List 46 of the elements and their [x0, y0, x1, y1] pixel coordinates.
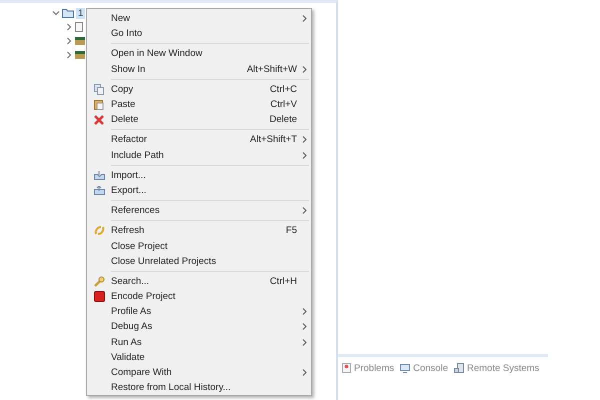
- server-icon: [454, 363, 464, 373]
- menu-item[interactable]: Run As: [87, 334, 311, 350]
- library-icon: [75, 37, 85, 45]
- copy-icon: [94, 84, 104, 95]
- problems-icon: [342, 363, 351, 373]
- menu-item[interactable]: Encode Project: [87, 289, 311, 304]
- menu-item[interactable]: Debug As: [87, 319, 311, 335]
- menu-item[interactable]: Close Unrelated Projects: [87, 254, 311, 269]
- view-tab[interactable]: Console: [400, 361, 448, 375]
- console-icon: [400, 364, 410, 372]
- refresh-icon: [94, 225, 104, 236]
- menu-item[interactable]: Refactor Alt+Shift+T: [87, 132, 311, 148]
- menu-item[interactable]: Search... Ctrl+H: [87, 274, 311, 289]
- file-icon: [75, 22, 83, 32]
- clipboard-icon: [94, 99, 104, 110]
- export-icon: [94, 186, 104, 195]
- menu-item[interactable]: Go Into: [87, 26, 311, 42]
- delete-icon: [94, 114, 104, 125]
- view-tab[interactable]: Remote Systems: [454, 361, 540, 375]
- collapsed-chevron-icon[interactable]: [65, 51, 73, 59]
- collapsed-chevron-icon[interactable]: [65, 37, 73, 45]
- project-label[interactable]: 1: [76, 8, 86, 18]
- menu-item[interactable]: Validate: [87, 350, 311, 365]
- menu-item[interactable]: Paste Ctrl+V: [87, 96, 311, 112]
- menu-item[interactable]: Include Path: [87, 148, 311, 163]
- menu-item[interactable]: Delete Delete: [87, 112, 311, 128]
- collapsed-chevron-icon[interactable]: [65, 23, 73, 31]
- encoding-icon: [94, 291, 104, 302]
- menu-item[interactable]: New: [87, 11, 311, 26]
- menu-item[interactable]: Open in New Window: [87, 46, 311, 62]
- flashlight-icon: [94, 276, 104, 287]
- import-icon: [94, 170, 104, 180]
- menu-item[interactable]: Compare With: [87, 364, 311, 380]
- library-icon: [75, 51, 85, 59]
- menu-item[interactable]: References: [87, 203, 311, 218]
- menu-item[interactable]: Import...: [87, 168, 311, 183]
- project-folder-icon: [62, 8, 74, 18]
- menu-item[interactable]: Profile As: [87, 304, 311, 320]
- view-tab[interactable]: Problems: [342, 361, 394, 375]
- menu-item[interactable]: Refresh F5: [87, 223, 311, 238]
- menu-item[interactable]: Restore from Local History...: [87, 380, 311, 396]
- menu-item[interactable]: Show In Alt+Shift+W: [87, 62, 311, 77]
- menu-item[interactable]: Close Project: [87, 238, 311, 254]
- menu-item[interactable]: Export...: [87, 182, 311, 198]
- menu-item[interactable]: Copy Ctrl+C: [87, 82, 311, 97]
- expanded-chevron-icon[interactable]: [52, 9, 60, 17]
